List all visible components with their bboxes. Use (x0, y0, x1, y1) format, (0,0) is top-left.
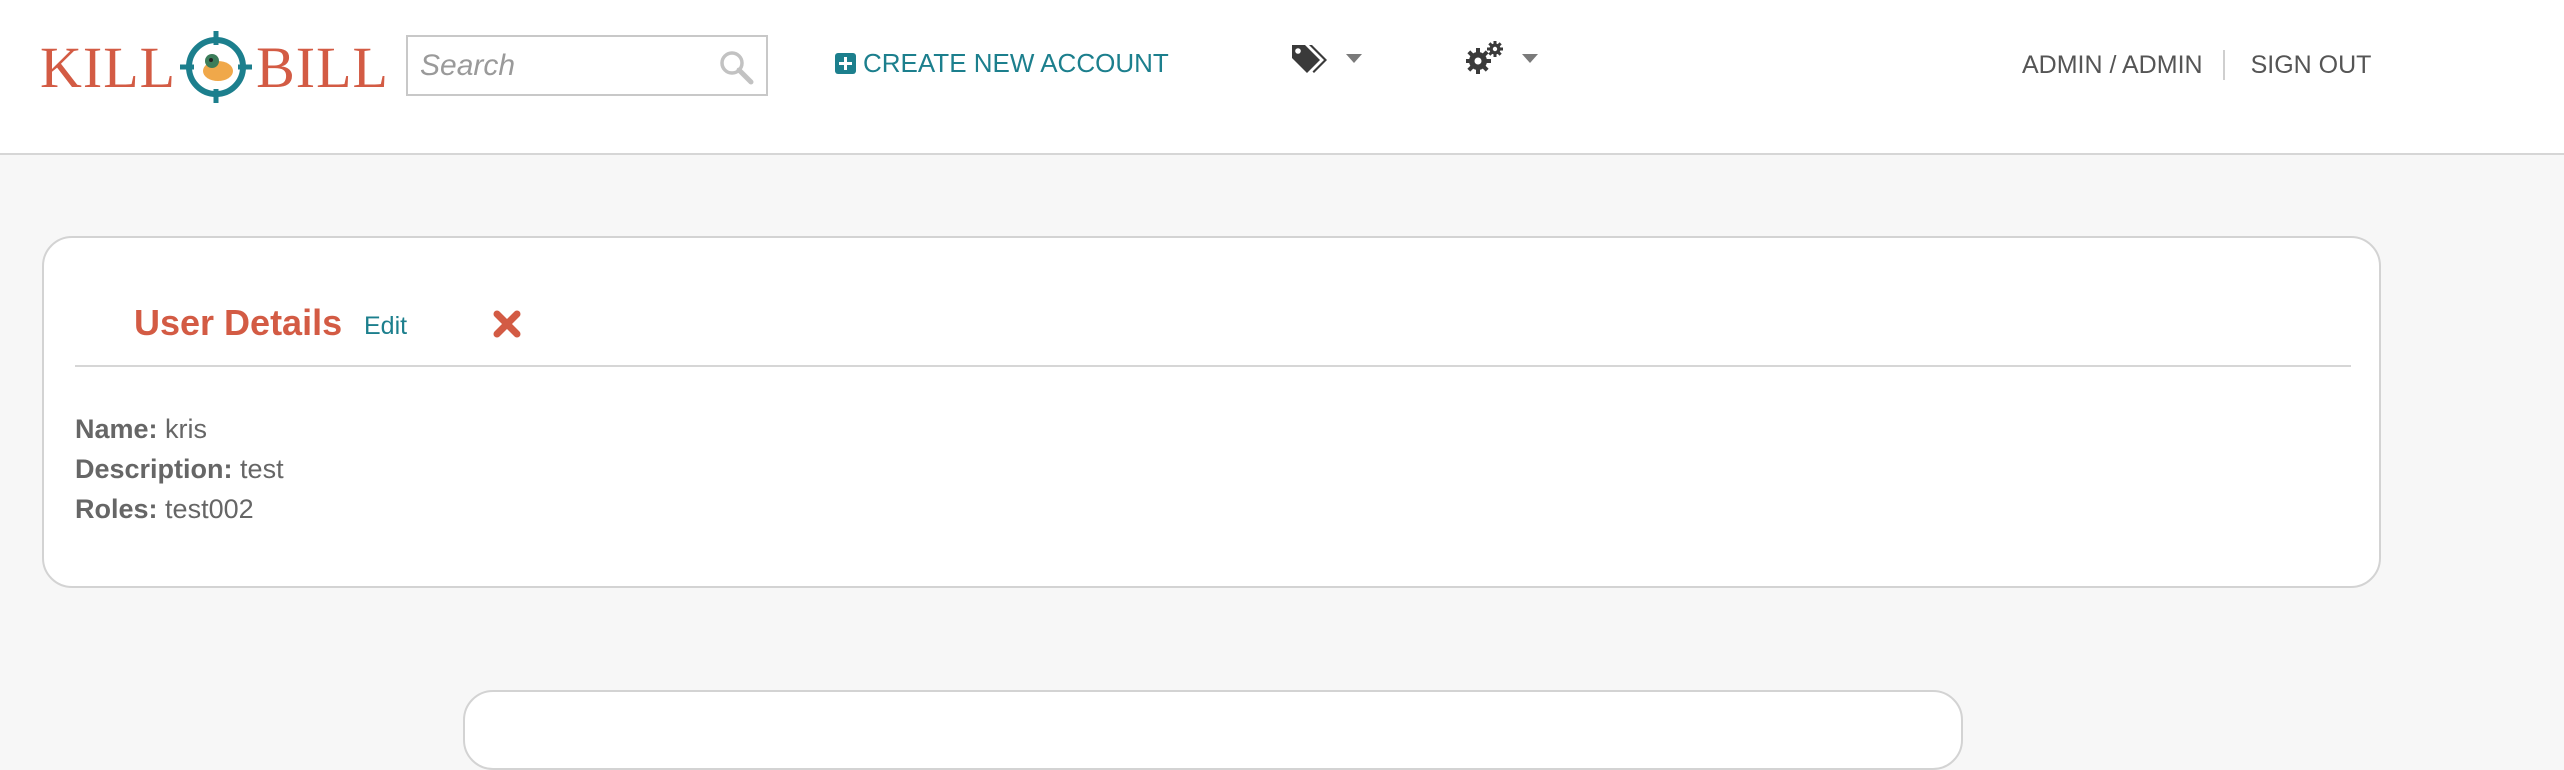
user-nav: ADMIN / ADMIN SIGN OUT (2022, 50, 2371, 80)
detail-row-roles: Roles: test002 (75, 489, 284, 529)
killbill-logo[interactable]: KILL BILL (40, 26, 389, 108)
logo-target-icon (180, 31, 253, 103)
create-new-account-link[interactable]: CREATE NEW ACCOUNT (835, 48, 1169, 79)
secondary-panel (463, 690, 1963, 770)
detail-label: Roles: (75, 494, 158, 524)
panel-header: User Details Edit (75, 298, 2351, 367)
detail-value: test002 (165, 494, 254, 524)
detail-row-description: Description: test (75, 449, 284, 489)
chevron-down-icon (1522, 53, 1538, 63)
tags-icon (1292, 45, 1327, 73)
search-icon[interactable] (718, 49, 754, 85)
nav-divider (2222, 50, 2225, 80)
close-icon[interactable] (491, 308, 523, 340)
sign-out-link[interactable]: SIGN OUT (2251, 51, 2372, 80)
current-user-link[interactable]: ADMIN / ADMIN (2022, 51, 2203, 80)
gears-icon (1466, 41, 1503, 74)
detail-label: Name: (75, 414, 158, 444)
create-account-label: CREATE NEW ACCOUNT (863, 48, 1169, 78)
user-details-panel: User Details Edit Name: kris Description… (42, 236, 2381, 588)
tags-menu-dropdown[interactable] (1290, 38, 1362, 78)
detail-value: kris (165, 414, 208, 444)
detail-row-name: Name: kris (75, 409, 284, 449)
page-title: User Details (134, 302, 343, 343)
top-navbar: KILL BILL CREATE NEW ACCOUNT (0, 0, 2564, 155)
search-input[interactable] (408, 37, 708, 94)
settings-menu-dropdown[interactable] (1466, 38, 1538, 78)
edit-link[interactable]: Edit (364, 312, 407, 341)
user-details-list: Name: kris Description: test Roles: test… (75, 409, 284, 529)
search-box (406, 35, 768, 96)
logo-text-right: BILL (256, 34, 389, 100)
plus-square-icon (835, 53, 856, 74)
detail-label: Description: (75, 454, 233, 484)
chevron-down-icon (1346, 53, 1362, 63)
detail-value: test (240, 454, 284, 484)
logo-text-left: KILL (40, 34, 177, 100)
